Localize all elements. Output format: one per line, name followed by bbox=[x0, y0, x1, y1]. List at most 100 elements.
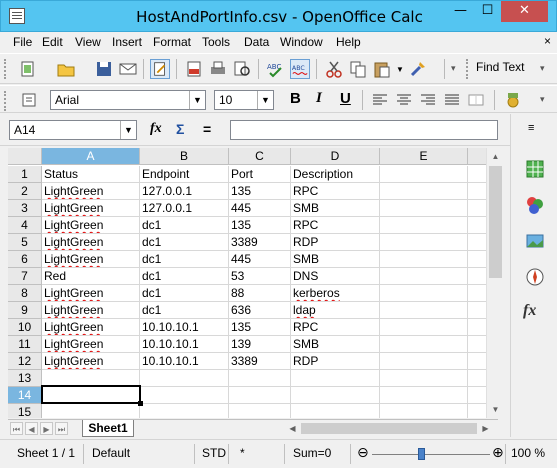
paste-dropdown-icon[interactable]: ▼ bbox=[396, 65, 404, 74]
menu-insert[interactable]: Insert bbox=[112, 35, 142, 49]
table-cell[interactable]: LightGreen bbox=[42, 319, 140, 336]
menu-tools[interactable]: Tools bbox=[202, 35, 230, 49]
table-cell[interactable]: 135 bbox=[229, 183, 291, 200]
save-icon[interactable] bbox=[94, 59, 114, 79]
menu-window[interactable]: Window bbox=[280, 35, 323, 49]
last-sheet-icon[interactable]: ⏭ bbox=[55, 422, 68, 435]
page-preview-icon[interactable] bbox=[232, 59, 252, 79]
merge-cells-icon[interactable] bbox=[466, 90, 486, 110]
table-cell[interactable]: LightGreen bbox=[42, 336, 140, 353]
table-cell[interactable]: 139 bbox=[229, 336, 291, 353]
table-cell[interactable]: 10.10.10.1 bbox=[140, 353, 229, 370]
table-cell[interactable]: dc1 bbox=[140, 302, 229, 319]
font-name-dropdown-icon[interactable]: ▼ bbox=[189, 91, 205, 109]
table-cell[interactable]: DNS bbox=[291, 268, 380, 285]
close-button[interactable]: ✕ bbox=[501, 1, 548, 22]
column-header-b[interactable]: B bbox=[140, 148, 229, 165]
table-cell[interactable]: 445 bbox=[229, 251, 291, 268]
table-cell[interactable]: 3389 bbox=[229, 353, 291, 370]
cut-icon[interactable] bbox=[324, 59, 344, 79]
zoom-slider-track[interactable] bbox=[372, 454, 490, 455]
table-cell[interactable] bbox=[380, 234, 468, 251]
menu-file[interactable]: File bbox=[13, 35, 32, 49]
font-name-combo[interactable]: Arial ▼ bbox=[50, 90, 206, 110]
table-cell[interactable] bbox=[380, 302, 468, 319]
table-cell[interactable]: 3389 bbox=[229, 234, 291, 251]
table-cell[interactable] bbox=[380, 183, 468, 200]
menu-view[interactable]: View bbox=[75, 35, 101, 49]
table-cell[interactable]: RPC bbox=[291, 319, 380, 336]
vertical-scroll-thumb[interactable] bbox=[489, 166, 502, 278]
column-header-c[interactable]: C bbox=[229, 148, 291, 165]
row-header[interactable]: 4 bbox=[8, 217, 42, 234]
table-cell[interactable]: 636 bbox=[229, 302, 291, 319]
minimize-button[interactable]: — bbox=[447, 1, 474, 22]
table-cell[interactable] bbox=[380, 336, 468, 353]
toolbar-grip[interactable] bbox=[4, 59, 7, 79]
table-cell[interactable]: Red bbox=[42, 268, 140, 285]
underline-button[interactable]: U bbox=[340, 90, 351, 107]
column-header-e[interactable]: E bbox=[380, 148, 468, 165]
formula-button[interactable]: = bbox=[203, 121, 211, 137]
menu-format[interactable]: Format bbox=[153, 35, 191, 49]
scroll-left-icon[interactable]: ◀ bbox=[284, 420, 301, 437]
table-cell[interactable]: RPC bbox=[291, 183, 380, 200]
find-toolbar-overflow-icon[interactable]: ▾ bbox=[540, 63, 545, 74]
zoom-in-icon[interactable]: ⊕ bbox=[492, 444, 504, 461]
copy-icon[interactable] bbox=[348, 59, 368, 79]
row-header[interactable]: 6 bbox=[8, 251, 42, 268]
table-cell[interactable] bbox=[140, 404, 229, 418]
export-pdf-icon[interactable] bbox=[184, 59, 204, 79]
menu-edit[interactable]: Edit bbox=[42, 35, 63, 49]
function-wizard-button[interactable]: fx bbox=[150, 121, 162, 137]
table-cell[interactable] bbox=[380, 387, 468, 404]
table-cell[interactable]: LightGreen bbox=[42, 183, 140, 200]
properties-icon[interactable] bbox=[524, 158, 546, 180]
table-cell[interactable]: 127.0.0.1 bbox=[140, 183, 229, 200]
row-header[interactable]: 7 bbox=[8, 268, 42, 285]
table-cell[interactable]: RDP bbox=[291, 353, 380, 370]
table-cell[interactable]: LightGreen bbox=[42, 285, 140, 302]
table-cell[interactable]: Status bbox=[42, 166, 140, 183]
sum-button[interactable]: Σ bbox=[176, 121, 184, 137]
align-right-icon[interactable] bbox=[418, 90, 438, 110]
autospellcheck-icon[interactable]: ABC bbox=[290, 59, 310, 79]
new-document-icon[interactable] bbox=[18, 59, 38, 79]
row-header[interactable]: 13 bbox=[8, 370, 42, 387]
row-header[interactable]: 1 bbox=[8, 166, 42, 183]
table-cell[interactable]: dc1 bbox=[140, 234, 229, 251]
font-size-dropdown-icon[interactable]: ▼ bbox=[257, 91, 273, 109]
page-style[interactable]: Default bbox=[92, 446, 130, 460]
table-cell[interactable] bbox=[380, 200, 468, 217]
table-cell[interactable]: SMB bbox=[291, 200, 380, 217]
table-cell[interactable]: RDP bbox=[291, 234, 380, 251]
table-cell[interactable]: kerberos bbox=[291, 285, 380, 302]
table-cell[interactable]: Description bbox=[291, 166, 380, 183]
table-cell[interactable]: dc1 bbox=[140, 217, 229, 234]
sheet-tab-sheet1[interactable]: Sheet1 bbox=[82, 420, 134, 437]
paste-icon[interactable] bbox=[372, 59, 392, 79]
table-cell[interactable]: Port bbox=[229, 166, 291, 183]
table-cell[interactable]: 88 bbox=[229, 285, 291, 302]
horizontal-scrollbar[interactable]: ◀ ▶ bbox=[284, 420, 494, 437]
sidebar-menu-icon[interactable]: ≡ bbox=[528, 122, 534, 134]
font-size-combo[interactable]: 10 ▼ bbox=[214, 90, 274, 110]
select-all-corner[interactable] bbox=[8, 148, 42, 165]
table-cell[interactable] bbox=[229, 404, 291, 418]
gallery-icon[interactable] bbox=[524, 230, 546, 252]
name-box[interactable]: A14 ▼ bbox=[9, 120, 137, 140]
selection-mode[interactable]: STD bbox=[202, 446, 226, 460]
row-header[interactable]: 10 bbox=[8, 319, 42, 336]
scroll-right-icon[interactable]: ▶ bbox=[477, 420, 494, 437]
menu-help[interactable]: Help bbox=[336, 35, 361, 49]
previous-sheet-icon[interactable]: ◀ bbox=[25, 422, 38, 435]
table-cell[interactable] bbox=[229, 387, 291, 404]
open-folder-icon[interactable] bbox=[56, 59, 76, 79]
table-cell[interactable]: RPC bbox=[291, 217, 380, 234]
fill-handle[interactable] bbox=[138, 401, 143, 406]
table-cell[interactable]: dc1 bbox=[140, 268, 229, 285]
row-header[interactable]: 14 bbox=[8, 387, 42, 404]
table-cell[interactable]: 135 bbox=[229, 319, 291, 336]
vertical-scrollbar[interactable]: ▲ ▼ bbox=[486, 148, 503, 418]
table-cell[interactable] bbox=[380, 217, 468, 234]
